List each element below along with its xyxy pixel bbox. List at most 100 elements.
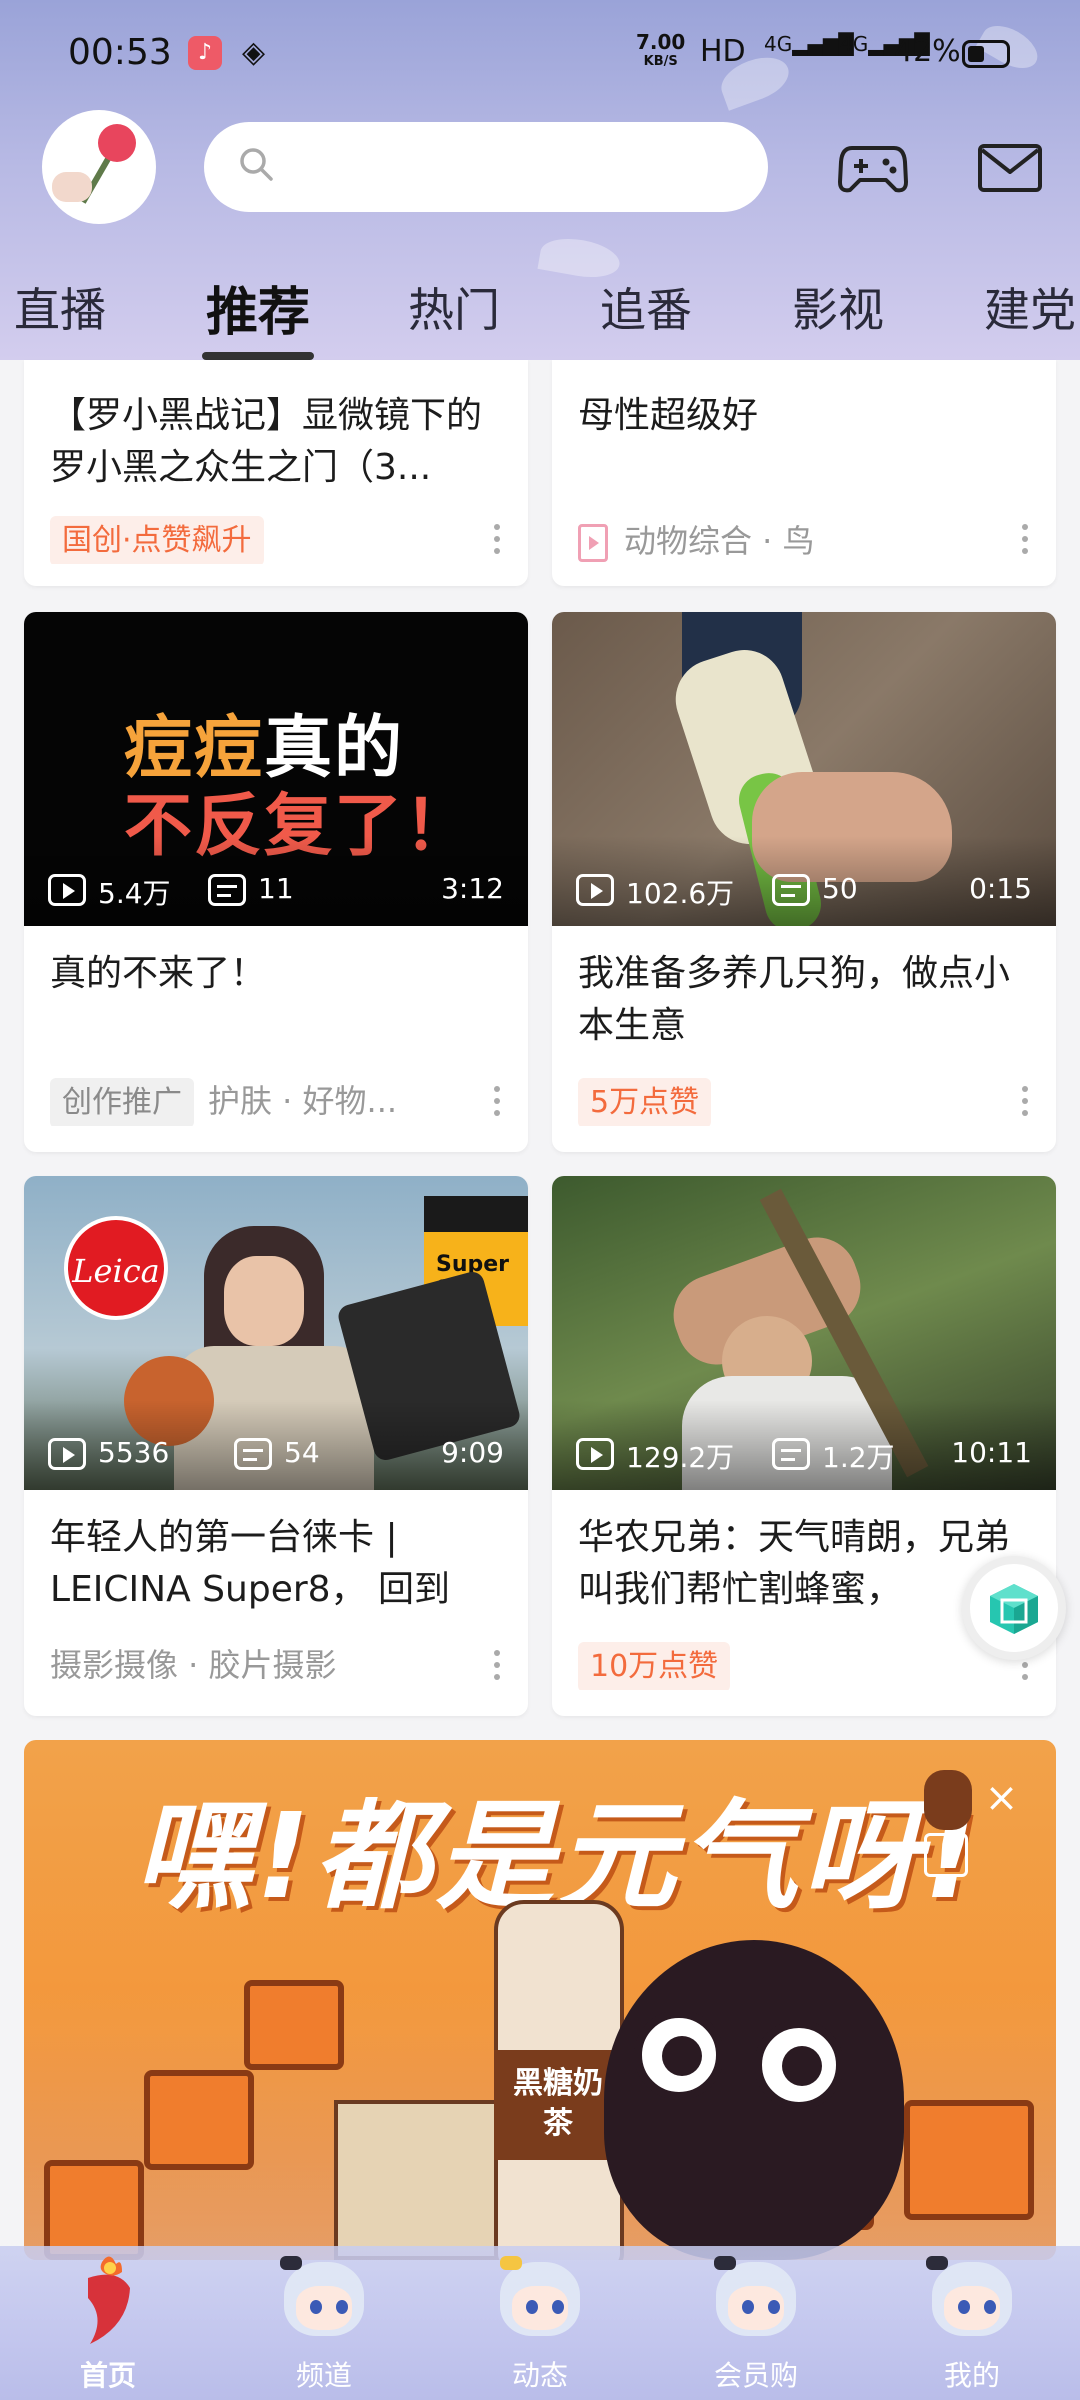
cube-icon [990,1584,1038,1634]
chibi-eye [768,2300,780,2314]
video-icon [578,524,608,562]
nav-label: 首页 [79,2359,136,2392]
promo-badge: 创作推广 [50,1078,194,1126]
video-category: 摄影摄像 · 胶片摄影 [50,1646,337,1684]
video-meta: 5万点赞 [578,1076,996,1126]
video-category: 护肤 · 好物... [208,1082,398,1120]
nav-home[interactable]: 首页 [0,2246,216,2400]
video-stats: 102.6万 50 0:15 [576,870,1032,910]
gamepad-icon[interactable] [838,134,908,198]
signal-label: 4G [840,32,869,56]
search-bar[interactable] [204,122,768,212]
ad-cat-eye [634,2010,724,2100]
lkh-logo-icon [924,1833,968,1877]
mail-icon[interactable] [976,134,1046,198]
floating-cube-button[interactable] [962,1556,1066,1660]
play-count-icon [576,874,614,906]
chibi-bow [280,2256,302,2270]
view-count: 102.6万 [626,877,735,910]
more-options-icon[interactable] [1020,520,1030,560]
search-icon [240,148,273,181]
music-app-icon: ♪ [188,36,222,70]
category-tabs: 直播 推荐 热门 追番 影视 建党 [0,268,1080,360]
network-speed-value: 7.00 [636,30,686,54]
duration: 0:15 [969,872,1032,905]
battery-icon [962,40,1010,68]
network-speed: 7.00 KB/S [636,32,685,72]
more-options-icon[interactable] [492,1646,502,1686]
status-bar: 00:53 ♪ ◈ 7.00 KB/S HD 4G▂▄▆█ 4G▂▄▆█ 42% [0,22,1080,82]
thumbnail-person-face [224,1256,304,1346]
danmaku-icon [234,1438,272,1470]
nav-label: 我的 [943,2359,1000,2392]
avatar-hand [52,172,92,202]
ad-cat-eye [754,2020,844,2110]
video-meta: 摄影摄像 · 胶片摄影 [50,1640,468,1690]
nav-label: 会员购 [713,2359,798,2392]
chibi-shop-icon [706,2248,806,2348]
recommend-badge: 国创·点赞飙升 [50,516,264,564]
video-stats: 129.2万 1.2万 10:11 [576,1434,1032,1474]
leica-logo-text: Leica [72,1252,160,1290]
chibi-eye [958,2300,970,2314]
chibi-eye [552,2300,564,2314]
video-card[interactable]: Leica Super 8 5536 54 9:09 年轻人的第一台徕卡 | L… [24,1176,528,1716]
chibi-eye [310,2300,322,2314]
nav-dynamic[interactable]: 动态 [432,2246,648,2400]
tab-film[interactable]: 影视 [792,274,884,340]
view-count: 5.4万 [98,877,171,910]
avatar-rose [98,124,136,162]
video-card[interactable]: 102.6万 50 0:15 我准备多养几只狗，做点小本生意 5万点赞 [552,612,1056,1152]
video-thumbnail: 129.2万 1.2万 10:11 [552,1176,1056,1490]
header: 00:53 ♪ ◈ 7.00 KB/S HD 4G▂▄▆█ 4G▂▄▆█ 42% [0,0,1080,360]
ad-banner[interactable]: 嘿!都是元气呀! × 黑糖奶茶 [24,1740,1056,2260]
network-speed-unit: KB/S [643,54,678,69]
tab-recommend[interactable]: 推荐 [206,270,310,345]
video-card[interactable]: 【罗小黑战记】显微镜下的罗小黑之众生之门（3... 国创·点赞飙升 [24,360,528,586]
chibi-bow [926,2256,948,2270]
danmaku-count: 1.2万 [822,1441,895,1474]
play-count-icon [48,874,86,906]
ad-jelly-cube [44,2160,144,2260]
search-input[interactable] [288,142,728,192]
more-options-icon[interactable] [1020,1082,1030,1122]
nav-vip-shop[interactable]: 会员购 [648,2246,864,2400]
tab-party[interactable]: 建党 [984,274,1076,340]
nav-me[interactable]: 我的 [864,2246,1080,2400]
danmaku-count: 50 [822,872,858,905]
danmaku-icon [772,874,810,906]
partner-cross: × [984,1775,1019,1821]
nav-channel[interactable]: 频道 [216,2246,432,2400]
video-meta: 10万点赞 [578,1640,996,1690]
video-title: 母性超级好 [578,395,759,436]
ad-cat-mascot [604,1940,904,2260]
ad-partner-logos: × [924,1770,1056,1877]
video-thumbnail: 痘痘真的 不反复了！ 5.4万 11 3:12 [24,612,528,926]
video-title: 我准备多养几只狗，做点小本生意 [578,953,1011,1046]
video-meta: 创作推广 护肤 · 好物... [50,1076,468,1126]
chibi-dynamic-icon [490,2248,590,2348]
avatar[interactable] [42,110,156,224]
video-card[interactable]: 母性超级好 动物综合 · 鸟 [552,360,1056,586]
chibi-eye [526,2300,538,2314]
tab-indicator [202,352,314,360]
hd-indicator: HD [700,34,746,69]
more-options-icon[interactable] [492,1082,502,1122]
chibi-channel-icon [274,2248,374,2348]
more-options-icon[interactable] [492,520,502,560]
duration: 10:11 [951,1436,1032,1469]
chibi-bow [714,2256,736,2270]
video-card[interactable]: 痘痘真的 不反复了！ 5.4万 11 3:12 真的不来了！ 创作推广 护肤 · … [24,612,528,1152]
nav-label: 频道 [295,2359,352,2392]
home-pepper-icon [88,2256,130,2344]
video-stats: 5536 54 9:09 [48,1434,504,1474]
play-count-icon [576,1438,614,1470]
nav-label: 动态 [511,2359,568,2392]
tab-anime[interactable]: 追番 [600,274,692,340]
likes-badge: 5万点赞 [578,1078,712,1126]
tab-hot[interactable]: 热门 [408,274,500,340]
danmaku-count: 11 [258,872,294,905]
chibi-me-icon [922,2248,1022,2348]
video-meta: 国创·点赞飙升 [50,514,468,564]
tab-live[interactable]: 直播 [14,274,106,340]
